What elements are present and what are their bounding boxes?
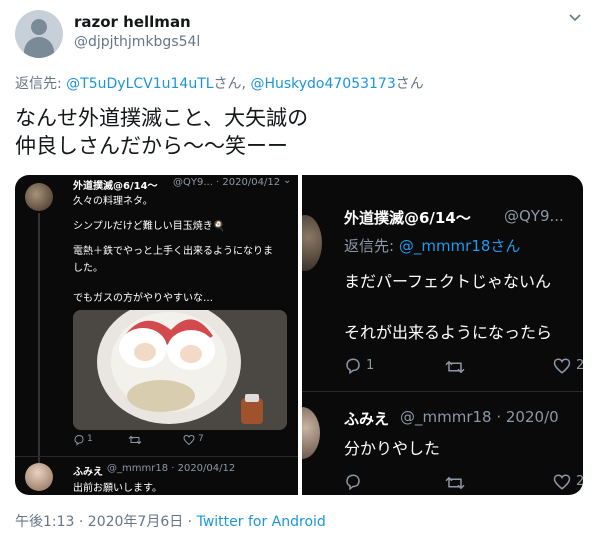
retweet-icon xyxy=(445,476,465,490)
left-line-1: 久々の料理ネタ。 xyxy=(73,196,153,207)
right-like-count: 2 xyxy=(576,358,583,373)
tweet-media[interactable]: 外道撲滅@6/14〜 @QY9... · 2020/04/12 ⌄ 久々の料理ネ… xyxy=(15,175,583,495)
like-icon xyxy=(183,434,195,446)
divider xyxy=(302,391,583,392)
media-image-right[interactable]: 外道撲滅@6/14〜 @QY9... 返信先: @_mmmr18さん まだパーフ… xyxy=(302,175,583,495)
reply-to: 返信先: @T5uDyLCV1u14uTLさん, @Huskydo4705317… xyxy=(15,73,424,93)
user-handle[interactable]: @djpjthjmkbgs54l xyxy=(74,34,200,50)
left-reply-meta: @_mmmr18 · 2020/04/12 xyxy=(107,463,236,474)
user-name[interactable]: razor hellman xyxy=(74,13,191,31)
right-author-avatar xyxy=(302,215,322,271)
retweet-icon xyxy=(445,360,465,374)
author-avatar xyxy=(25,183,53,211)
reply-icon xyxy=(346,474,360,491)
right-text-line-2: それが出来るようになったら xyxy=(344,323,553,342)
right-text-line-1: まだパーフェクトじゃないん xyxy=(344,272,552,291)
like-icon xyxy=(553,474,571,490)
retweet-icon xyxy=(128,435,142,445)
avatar-body xyxy=(24,37,54,58)
right-reply-count: 1 xyxy=(366,358,375,373)
left-line-3: 電熱＋鉄でやっと上手く出来るようになりま xyxy=(73,246,273,257)
reply-to-suffix: さん xyxy=(395,76,424,92)
reply-to-user-1[interactable]: @T5uDyLCV1u14uTL xyxy=(66,76,213,92)
reply-to-sep: さん, xyxy=(213,76,251,92)
reply-to-label: 返信先: xyxy=(15,76,67,92)
left-line-5: でもガスの方がやりやすいな… xyxy=(73,293,213,304)
right-reply-name: ふみえ xyxy=(344,410,390,428)
right-reply-label: 返信先: xyxy=(344,237,399,255)
tweet-timestamp[interactable]: 午後1:13 · 2020年7月6日 · xyxy=(15,514,197,530)
reply-avatar xyxy=(25,463,53,491)
tweet-line-1: なんせ外道撲滅こと、大矢誠の xyxy=(15,106,309,130)
left-reply-text: 出前お願いします。 xyxy=(73,483,162,494)
right-like-count-2: 2 xyxy=(576,474,583,489)
left-reply-count: 1 xyxy=(87,434,93,444)
tweet-line-2: 仲良しさんだから〜〜笑ーー xyxy=(15,134,288,158)
tweet-text: なんせ外道撲滅こと、大矢誠の 仲良しさんだから〜〜笑ーー xyxy=(15,104,585,160)
avatar-head xyxy=(31,19,47,35)
right-author-name: 外道撲滅@6/14〜 xyxy=(344,209,471,227)
reply-icon xyxy=(346,358,360,375)
left-like-count: 7 xyxy=(198,434,204,444)
thread-line xyxy=(38,213,40,463)
left-chevron-icon: ⌄ xyxy=(283,175,292,186)
avatar[interactable] xyxy=(15,10,63,58)
right-author-handle: @QY9... xyxy=(504,207,564,225)
left-author-meta: @QY9... · 2020/04/12 xyxy=(173,177,281,188)
left-author-name: 外道撲滅@6/14〜 xyxy=(73,181,158,192)
left-line-2: シンプルだけど難しい目玉焼き🍳 xyxy=(73,221,226,232)
left-reply-name: ふみえ xyxy=(73,467,103,478)
left-line-4: した。 xyxy=(73,263,103,274)
right-reply-text: 分かりやした xyxy=(344,439,441,458)
tweet-meta: 午後1:13 · 2020年7月6日 · Twitter for Android xyxy=(15,511,326,531)
right-reply-avatar xyxy=(302,407,320,459)
media-image-left[interactable]: 外道撲滅@6/14〜 @QY9... · 2020/04/12 ⌄ 久々の料理ネ… xyxy=(15,175,298,495)
food-photo xyxy=(73,310,287,430)
reply-to-user-2[interactable]: @Huskydo47053173 xyxy=(250,76,395,92)
divider xyxy=(15,456,298,457)
right-reply-meta: @_mmmr18 · 2020/0 xyxy=(400,408,559,426)
right-reply-user: @_mmmr18さん xyxy=(398,237,521,255)
chevron-down-icon[interactable] xyxy=(567,10,583,26)
reply-icon xyxy=(74,434,84,446)
like-icon xyxy=(553,358,571,374)
tweet-source[interactable]: Twitter for Android xyxy=(197,514,326,530)
